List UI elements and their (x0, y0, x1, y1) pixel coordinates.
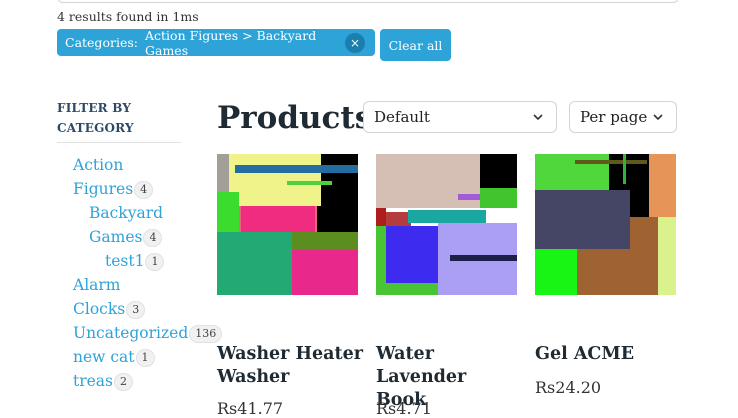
product-name-link[interactable]: Gel ACME (535, 343, 685, 366)
product-name-line: Water Lavender (376, 344, 467, 387)
clear-all-button[interactable]: Clear all (380, 29, 451, 61)
category-count-badge: 1 (135, 349, 155, 367)
category-count-badge: 2 (114, 373, 134, 391)
heading-line: FILTER BY (57, 101, 132, 115)
sort-selected-value: Default (374, 108, 430, 126)
product-price: Rs24.20 (535, 378, 602, 397)
product-name-line: Washer (217, 367, 290, 387)
category-label: Games (89, 228, 143, 246)
active-filter-value: Action Figures > Backyard Games (145, 27, 317, 58)
product-price: Rs41.77 (217, 399, 284, 418)
category-action-figures[interactable]: Action Figures 4 (73, 153, 154, 201)
category-count-badge: 3 (126, 301, 146, 319)
filter-by-category-heading: FILTER BY CATEGORY (57, 98, 181, 143)
remove-filter-icon[interactable]: × (345, 32, 365, 53)
category-label: Uncategorized (73, 324, 189, 342)
category-test1[interactable]: test1 1 (105, 249, 165, 273)
chevron-down-icon (533, 114, 543, 121)
category-label: Clocks (73, 300, 126, 318)
product-name-link[interactable]: Washer Heater Washer (217, 343, 367, 389)
page-title: Products (217, 100, 373, 136)
category-count-badge: 4 (134, 181, 154, 199)
category-alarm-clocks[interactable]: Alarm Clocks 3 (73, 273, 146, 321)
category-label: Action (73, 156, 124, 174)
category-count-badge: 1 (145, 253, 165, 271)
chevron-down-icon (653, 114, 663, 121)
search-bar-edge[interactable] (57, 0, 679, 3)
category-label: Figures (73, 180, 134, 198)
per-page-select[interactable]: Per page (569, 101, 677, 133)
category-new-cat[interactable]: new cat 1 (73, 345, 155, 369)
product-name-line: Washer Heater (217, 344, 363, 364)
category-treas[interactable]: treas 2 (73, 369, 134, 393)
category-label: treas (73, 372, 114, 390)
heading-line: CATEGORY (57, 121, 134, 135)
results-count: 4 results found in 1ms (57, 9, 199, 24)
category-label: new cat (73, 348, 135, 366)
product-image[interactable] (376, 154, 517, 295)
category-count-badge: 136 (189, 325, 223, 343)
per-page-selected-value: Per page (580, 108, 648, 126)
product-name-line: Gel ACME (535, 344, 635, 364)
active-filter-label: Categories: (65, 35, 138, 50)
product-image[interactable] (217, 154, 358, 295)
category-label: Alarm (73, 276, 121, 294)
sort-select[interactable]: Default (363, 101, 557, 133)
product-image[interactable] (535, 154, 676, 295)
active-filter-chip: Categories: Action Figures > Backyard Ga… (57, 27, 375, 58)
category-count-badge: 4 (143, 229, 163, 247)
category-label: Backyard (89, 204, 164, 222)
product-price: Rs4.71 (376, 399, 432, 418)
category-uncategorized[interactable]: Uncategorized 136 (73, 321, 223, 345)
category-label: test1 (105, 252, 145, 270)
category-backyard-games[interactable]: Backyard Games 4 (89, 201, 163, 249)
